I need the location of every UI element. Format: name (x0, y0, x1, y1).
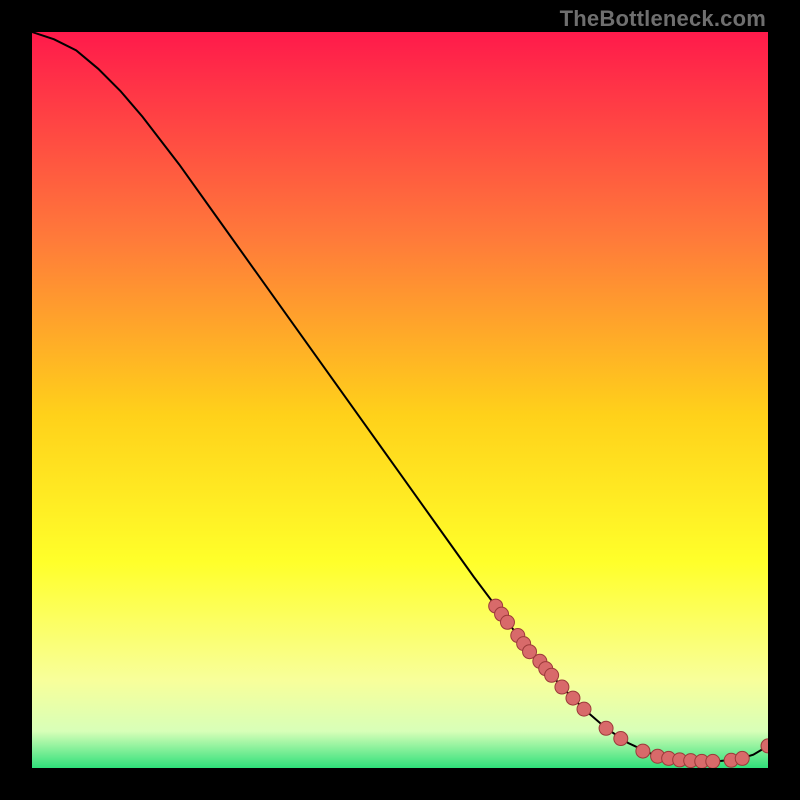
data-point (500, 615, 514, 629)
data-point (545, 668, 559, 682)
chart-frame: TheBottleneck.com (0, 0, 800, 800)
data-point (577, 702, 591, 716)
data-point (566, 691, 580, 705)
chart-plot (32, 32, 768, 768)
chart-svg (32, 32, 768, 768)
gradient-background (32, 32, 768, 768)
data-point (555, 680, 569, 694)
data-point (735, 751, 749, 765)
data-point (599, 721, 613, 735)
data-point (706, 754, 720, 768)
data-point (614, 732, 628, 746)
data-point (636, 744, 650, 758)
watermark-text: TheBottleneck.com (560, 6, 766, 32)
